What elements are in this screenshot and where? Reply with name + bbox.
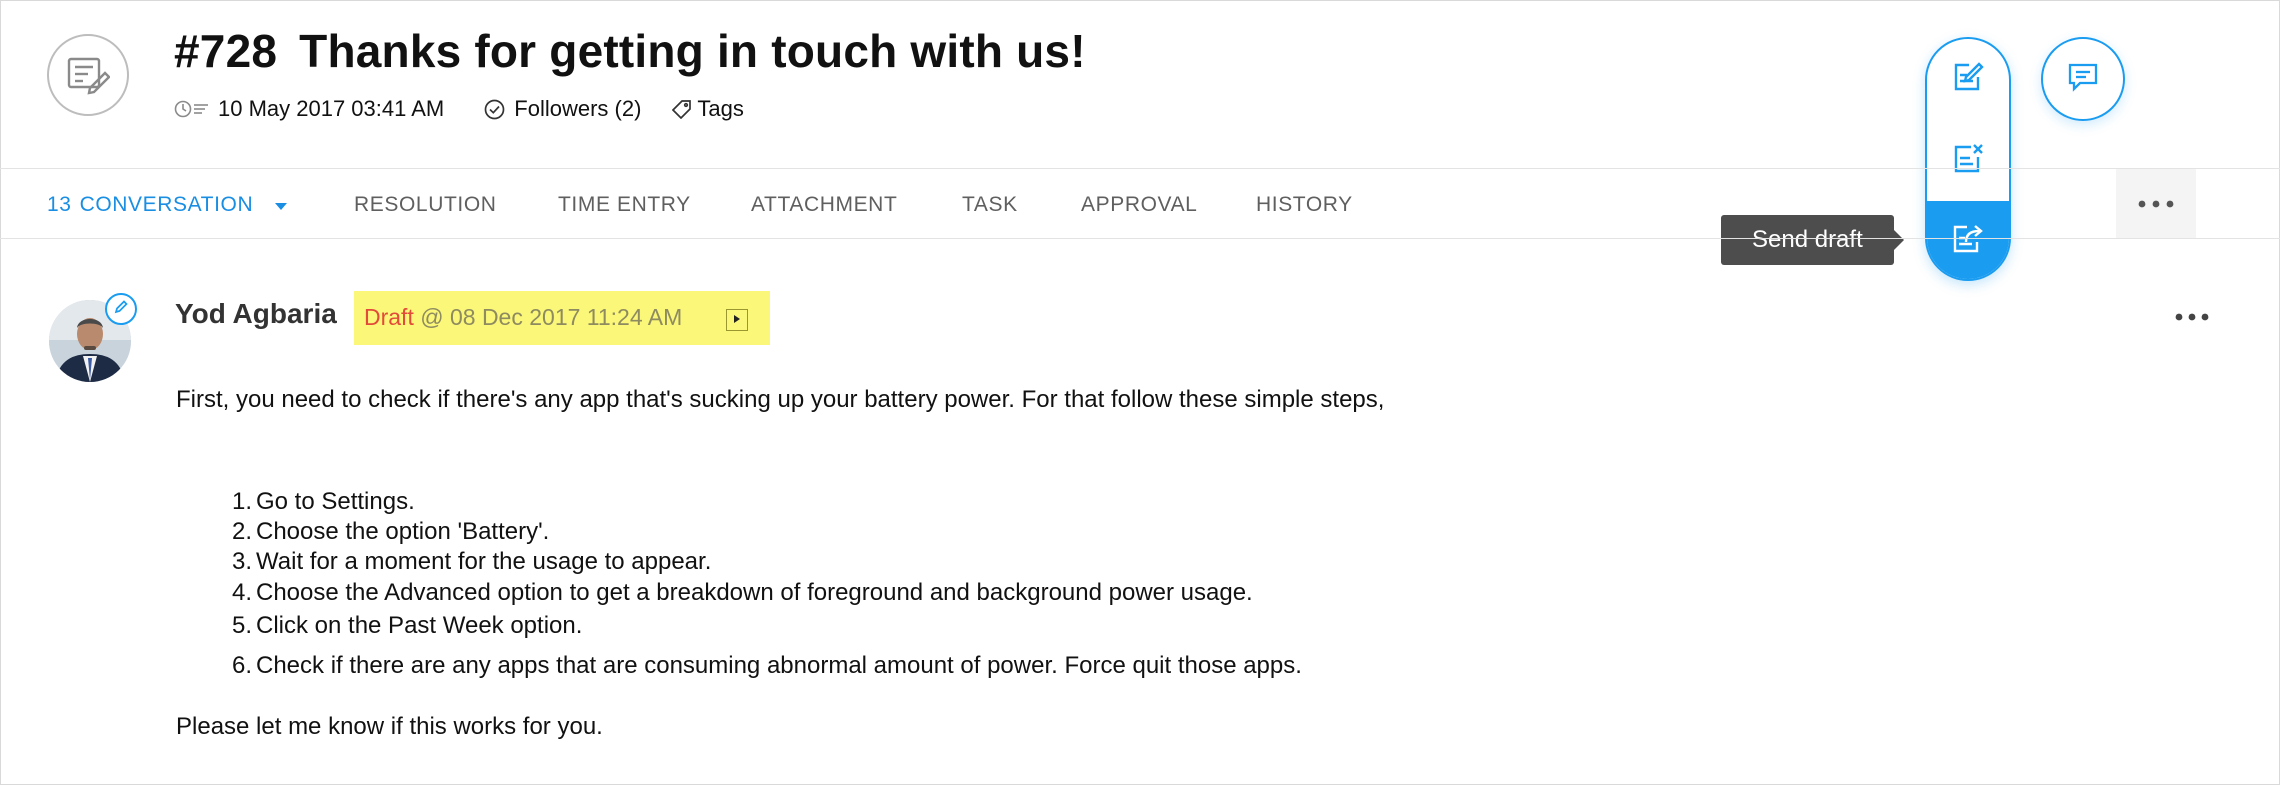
edit-author-button[interactable]	[105, 293, 137, 325]
ticket-meta: 10 May 2017 03:41 AM Followers (2) Tags	[174, 96, 744, 122]
tab-time-entry[interactable]: TIME ENTRY	[558, 193, 691, 217]
draft-info: Draft @ 08 Dec 2017 11:24 AM	[364, 304, 682, 331]
draft-time: @ 08 Dec 2017 11:24 AM	[413, 304, 683, 330]
more-icon	[2175, 308, 2209, 326]
ticket-number: #728	[174, 25, 278, 77]
list-item: 1. Go to Settings.	[231, 488, 415, 515]
page-title: #728 Thanks for getting in touch with us!	[174, 24, 1086, 78]
tags-link[interactable]: Tags	[672, 96, 744, 122]
clock-icon	[174, 99, 210, 119]
author-name: Yod Agbaria	[175, 298, 337, 329]
expand-draft-button[interactable]	[726, 309, 748, 331]
reply-icon	[2067, 62, 2099, 97]
tab-resolution[interactable]: RESOLUTION	[354, 193, 497, 217]
created-date-text: 10 May 2017 03:41 AM	[218, 96, 445, 121]
reply-button[interactable]	[2041, 37, 2125, 121]
list-item: 6. Check if there are any apps that are c…	[231, 652, 1302, 679]
tab-conversation-label: CONVERSATION	[79, 193, 254, 216]
edit-draft-button[interactable]	[1927, 39, 2009, 119]
ticket-icon	[47, 34, 129, 116]
tab-attachment[interactable]: ATTACHMENT	[751, 193, 897, 217]
tags-text: Tags	[697, 96, 744, 121]
more-tabs-button[interactable]	[2116, 169, 2196, 238]
tab-conversation[interactable]: 13 CONVERSATION	[47, 193, 288, 217]
edit-draft-icon	[1951, 60, 1985, 99]
pencil-icon	[113, 299, 129, 320]
tab-history[interactable]: HISTORY	[1256, 193, 1353, 217]
ticket-tabs: 13 CONVERSATION RESOLUTION TIME ENTRY ATT…	[0, 168, 2280, 239]
followers-link[interactable]: Followers (2)	[484, 96, 641, 122]
list-item: 2. Choose the option 'Battery'.	[231, 518, 550, 545]
list-item: 5. Click on the Past Week option.	[231, 612, 583, 639]
check-circle-icon	[484, 99, 505, 120]
play-icon	[733, 311, 741, 329]
message-intro: First, you need to check if there's any …	[176, 386, 1385, 413]
ticket-subject: Thanks for getting in touch with us!	[299, 25, 1086, 77]
message-more-button[interactable]	[2164, 302, 2220, 332]
caret-down-icon	[274, 193, 288, 217]
created-date: 10 May 2017 03:41 AM	[174, 96, 444, 122]
list-item: 4. Choose the Advanced option to get a br…	[231, 579, 1253, 606]
message-outro: Please let me know if this works for you…	[176, 713, 603, 740]
followers-text: Followers (2)	[514, 96, 642, 121]
tab-approval[interactable]: APPROVAL	[1081, 193, 1197, 217]
conversation-count: 13	[47, 193, 72, 216]
tag-icon	[672, 99, 692, 119]
draft-label: Draft	[364, 304, 414, 330]
draft-status: Draft @ 08 Dec 2017 11:24 AM	[354, 291, 770, 345]
tab-task[interactable]: TASK	[962, 193, 1018, 217]
list-item: 3. Wait for a moment for the usage to app…	[231, 548, 712, 575]
more-icon	[2138, 195, 2174, 213]
draft-actions	[1925, 37, 2011, 281]
